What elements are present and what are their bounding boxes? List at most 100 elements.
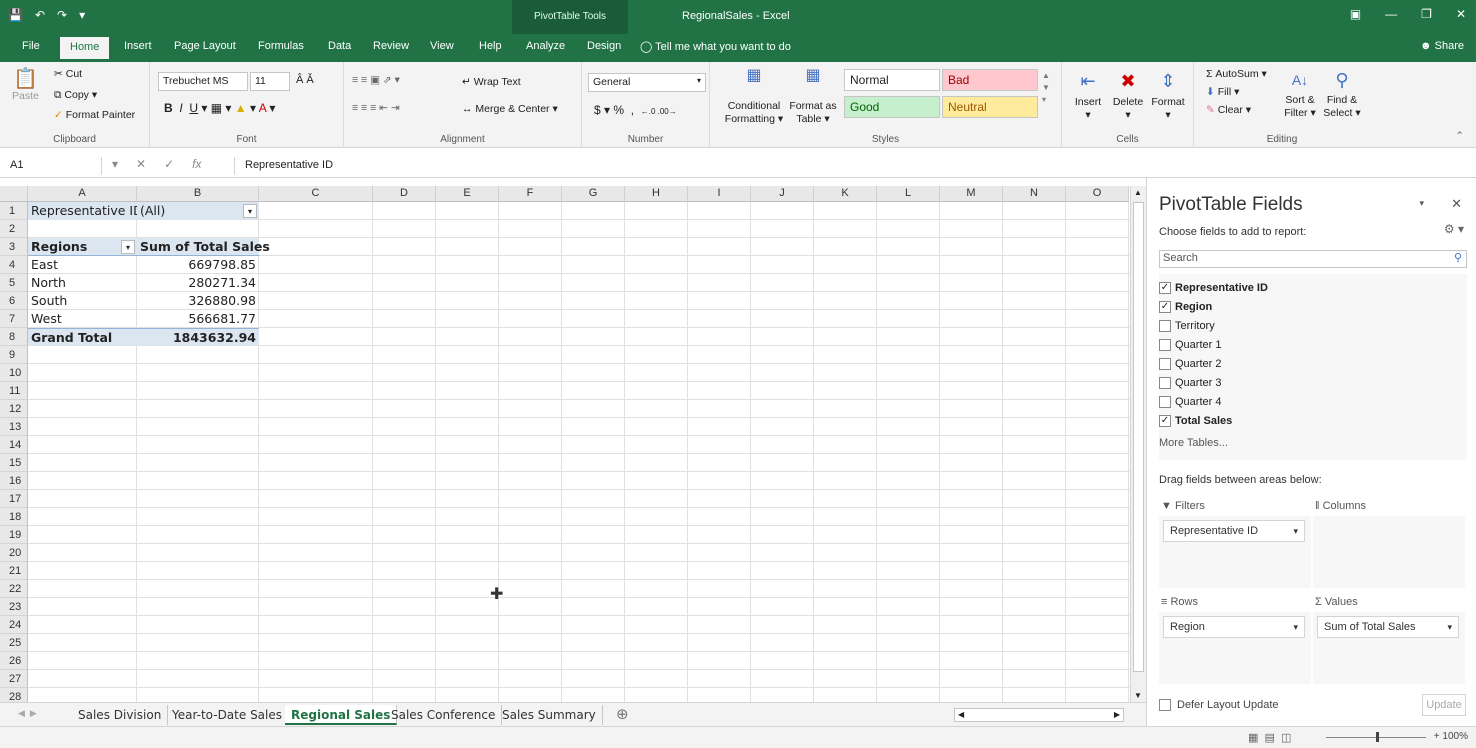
tab-design[interactable]: Design [587,40,621,52]
style-good[interactable]: Good [844,96,940,118]
vertical-scrollbar[interactable]: ▲ ▼ [1130,186,1146,702]
gear-icon[interactable]: ⚙ ▾ [1444,222,1464,236]
pivot-filter-label[interactable]: Representative ID [28,202,143,220]
row-header[interactable]: 21 [0,562,28,580]
sheet-tab-sales-division[interactable]: Sales Division [72,705,169,725]
row-header[interactable]: 11 [0,382,28,400]
column-header[interactable]: M [940,186,1003,202]
clear-button[interactable]: ✎ Clear ▾ [1206,104,1251,116]
style-bad[interactable]: Bad [942,69,1038,91]
column-header[interactable]: L [877,186,940,202]
row-header[interactable]: 26 [0,652,28,670]
row-header[interactable]: 25 [0,634,28,652]
tab-review[interactable]: Review [373,40,409,52]
tab-view[interactable]: View [430,40,454,52]
row-header[interactable]: 6 [0,292,28,310]
row-header[interactable]: 23 [0,598,28,616]
save-icon[interactable]: 💾 [8,8,23,22]
update-button[interactable]: Update [1422,694,1466,716]
pivot-grand-total-value[interactable]: 1843632.94 [137,328,259,346]
column-header[interactable]: J [751,186,814,202]
zoom-slider-thumb[interactable] [1376,732,1379,742]
column-header[interactable]: C [259,186,373,202]
tab-data[interactable]: Data [328,40,351,52]
cut-button[interactable]: ✂ Cut [54,68,82,80]
defer-layout-update[interactable]: Defer Layout Update [1159,699,1279,711]
customize-qat-icon[interactable]: ▾ [79,8,85,22]
row-header[interactable]: 27 [0,670,28,688]
values-area[interactable]: Sum of Total Sales ▾ [1313,612,1465,684]
tab-file[interactable]: File [22,40,40,52]
sheet-tab-ytd-sales[interactable]: Year-to-Date Sales [166,705,290,725]
row-header[interactable]: 4 [0,256,28,274]
checkbox-checked-icon[interactable]: ✓ [1159,301,1171,313]
column-header[interactable]: H [625,186,688,202]
checkbox-icon[interactable] [1159,320,1171,332]
tab-formulas[interactable]: Formulas [258,40,304,52]
worksheet-grid[interactable]: ABCDEFGHIJKLMNO 1 2 3 4 5 6 7 8 9 10 11 12 13 14 15 16 1… [0,186,1130,702]
merge-center-button[interactable]: ↔ Merge & Center ▾ [462,103,558,115]
row-header[interactable]: 3 [0,238,28,256]
field-region[interactable]: ✓ Region [1159,299,1212,315]
tab-help[interactable]: Help [479,40,502,52]
pivot-row-label[interactable]: East [28,256,137,274]
horizontal-align-icons[interactable]: ≡ ≡ ≡ ⇤ ⇥ [352,102,400,114]
paste-button[interactable]: 📋 Paste [12,68,39,103]
tab-insert[interactable]: Insert [124,40,152,52]
checkbox-icon[interactable] [1159,699,1171,711]
tell-me-box[interactable]: ◯ Tell me what you want to do [640,40,791,53]
column-header[interactable]: F [499,186,562,202]
row-field-chip[interactable]: Region ▾ [1163,616,1305,638]
sheet-nav-icons[interactable]: ◀ ▶ [18,708,37,719]
column-header[interactable]: K [814,186,877,202]
more-tables-link[interactable]: More Tables... [1159,435,1228,451]
sheet-tab-regional-sales[interactable]: Regional Sales [285,705,398,725]
scroll-up-icon[interactable]: ▲ [1134,188,1142,197]
sheet-tab-sales-conference[interactable]: Sales Conference [385,705,503,725]
pivot-grand-total-label[interactable]: Grand Total [28,328,137,346]
name-box[interactable]: A1 [6,157,102,175]
pane-close-icon[interactable]: ✕ [1451,196,1462,212]
scroll-down-icon[interactable]: ▼ [1134,691,1142,700]
column-header[interactable]: N [1003,186,1066,202]
enter-formula-icon[interactable]: ✓ [164,157,174,171]
pivot-row-label[interactable]: West [28,310,137,328]
column-header[interactable]: B [137,186,259,202]
columns-area[interactable] [1313,516,1465,588]
pivot-row-value[interactable]: 669798.85 [137,256,259,274]
style-neutral[interactable]: Neutral [942,96,1038,118]
field-quarter-3[interactable]: Quarter 3 [1159,375,1221,391]
undo-icon[interactable]: ↶ [35,8,45,22]
row-header[interactable]: 24 [0,616,28,634]
close-icon[interactable]: ✕ [1456,7,1466,21]
column-header[interactable]: G [562,186,625,202]
row-header[interactable]: 13 [0,418,28,436]
font-name-select[interactable]: Trebuchet MS [158,72,248,91]
cancel-formula-icon[interactable]: ✕ [136,157,146,171]
checkbox-icon[interactable] [1159,396,1171,408]
fill-button[interactable]: ⬇ Fill ▾ [1206,86,1239,98]
add-sheet-icon[interactable]: ⊕ [616,705,629,723]
row-header[interactable]: 19 [0,526,28,544]
checkbox-checked-icon[interactable]: ✓ [1159,415,1171,427]
row-header[interactable]: 12 [0,400,28,418]
checkbox-icon[interactable] [1159,339,1171,351]
row-filter-dropdown-icon[interactable]: ▾ [121,240,135,254]
view-buttons[interactable]: ▦ ▤ ◫ [1248,731,1291,744]
wrap-text-button[interactable]: ↵ Wrap Text [462,76,521,88]
copy-button[interactable]: ⧉ Copy ▾ [54,89,97,102]
row-header[interactable]: 14 [0,436,28,454]
row-header[interactable]: 7 [0,310,28,328]
field-quarter-2[interactable]: Quarter 2 [1159,356,1221,372]
filter-dropdown-icon[interactable]: ▾ [243,204,257,218]
format-buttons[interactable]: B I U ▾ ▦ ▾ ▲ ▾ A ▾ [164,101,275,115]
row-header[interactable]: 10 [0,364,28,382]
chevron-down-icon[interactable]: ▾ [1293,617,1298,637]
pivot-row-value[interactable]: 566681.77 [137,310,259,328]
row-header[interactable]: 2 [0,220,28,238]
horizontal-scrollbar[interactable]: ◀ ▶ [954,708,1124,722]
column-header[interactable]: E [436,186,499,202]
column-header[interactable]: A [28,186,137,202]
delete-cells-button[interactable]: ✖ Delete ▾ [1108,66,1148,122]
tab-home[interactable]: Home [60,37,110,59]
